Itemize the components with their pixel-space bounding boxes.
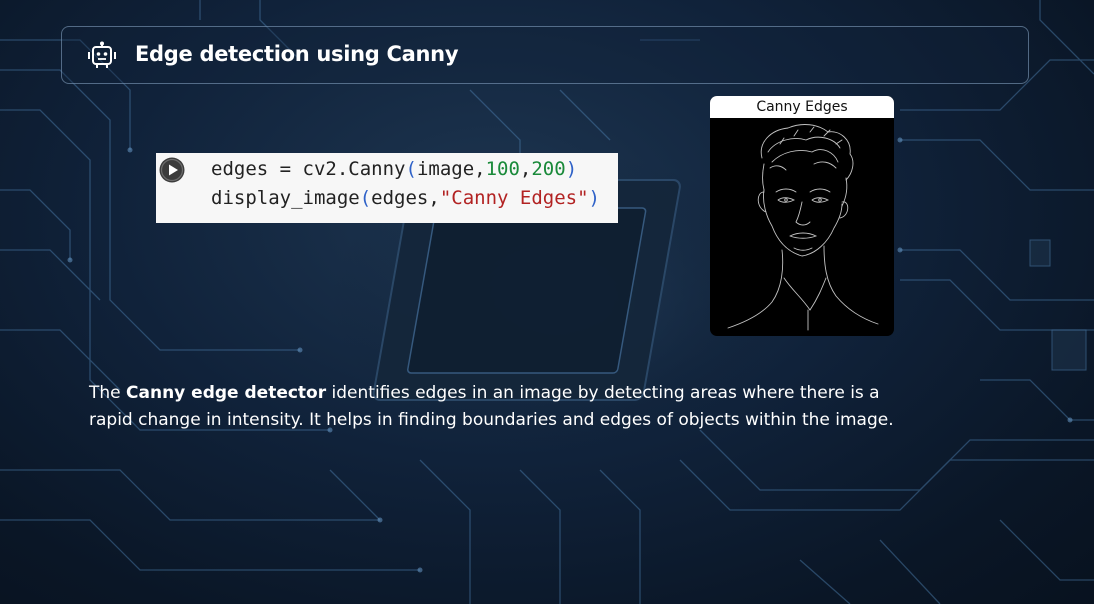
code-token: 100: [485, 158, 520, 180]
figure-title: Canny Edges: [710, 96, 894, 118]
description-text: The: [89, 383, 127, 403]
code-token: "Canny Edges": [439, 187, 589, 209]
code-token: (: [359, 187, 372, 209]
code-token: display_image: [211, 187, 360, 209]
output-figure: Canny Edges: [710, 96, 894, 336]
code-token: ): [565, 158, 578, 180]
code-token: image,: [416, 158, 486, 180]
code-token: edges,: [371, 187, 440, 209]
robot-icon: [88, 41, 116, 68]
title-bar: Edge detection using Canny: [61, 26, 1029, 84]
circuit-board-background: [0, 0, 1094, 604]
code-token: ,: [519, 158, 532, 180]
code-token: (: [405, 158, 417, 180]
code-token: cv2.Canny: [302, 158, 406, 180]
canny-edges-image: [727, 124, 879, 331]
description-bold-term: Canny edge detector: [126, 383, 327, 403]
play-circle-icon[interactable]: [159, 157, 185, 183]
code-line-1: edges = cv2.Canny(image,100,200): [211, 158, 577, 180]
code-token: =: [268, 158, 303, 180]
code-token: edges: [211, 158, 269, 180]
code-token: ): [588, 187, 600, 209]
page-title: Edge detection using Canny: [135, 42, 459, 66]
code-editor[interactable]: edges = cv2.Canny(image,100,200) display…: [211, 155, 600, 213]
code-token: 200: [531, 158, 566, 180]
description-paragraph: The Canny edge detector identifies edges…: [89, 380, 904, 434]
code-cell[interactable]: edges = cv2.Canny(image,100,200) display…: [156, 153, 618, 223]
code-line-2: display_image(edges,"Canny Edges"): [211, 187, 600, 209]
